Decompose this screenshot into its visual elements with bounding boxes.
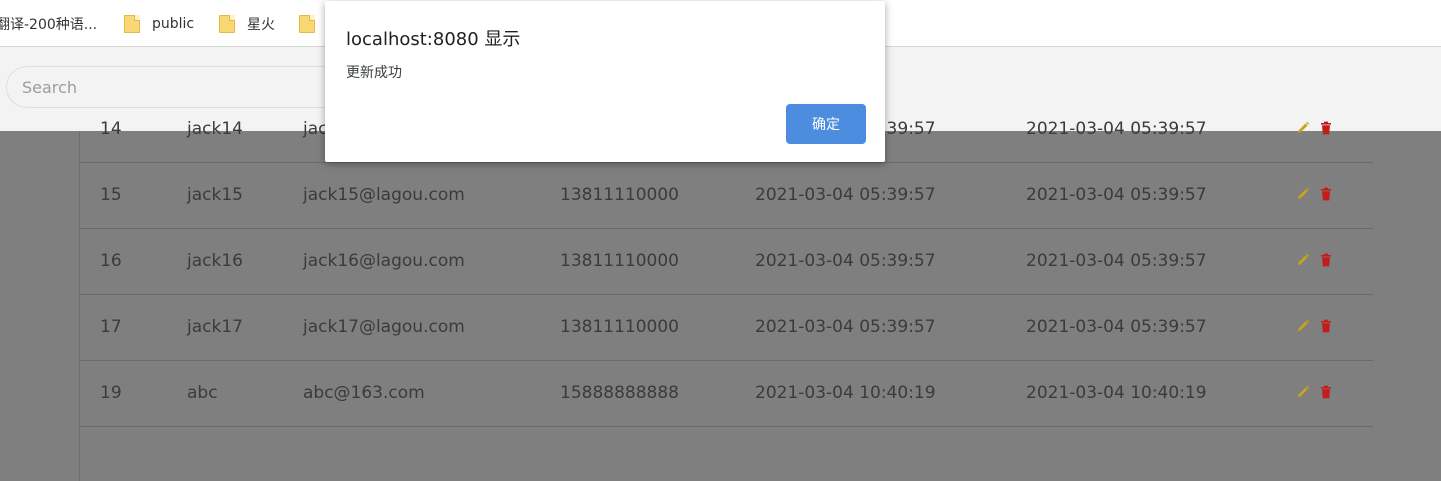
folder-icon — [299, 15, 315, 33]
row-actions — [1296, 121, 1333, 135]
pencil-icon[interactable] — [1296, 319, 1310, 333]
cell-id: 19 — [100, 383, 122, 403]
trash-icon[interactable] — [1319, 121, 1333, 135]
cell-name: jack16 — [187, 251, 243, 271]
cell-name: jack17 — [187, 317, 243, 337]
bookmark-label: 星火 — [247, 17, 275, 33]
pencil-icon[interactable] — [1296, 187, 1310, 201]
bookmark-xinghuo[interactable]: 星火 — [219, 14, 275, 34]
cell-phone: 13811110000 — [560, 185, 679, 205]
row-actions — [1296, 253, 1333, 267]
table-row: 17 jack17 jack17@lagou.com 13811110000 2021-… — [80, 294, 1373, 361]
trash-icon[interactable] — [1319, 319, 1333, 333]
cell-id: 14 — [100, 119, 122, 139]
trash-icon[interactable] — [1319, 385, 1333, 399]
cell-created: 2021-03-04 05:39:57 — [755, 317, 936, 337]
cell-email: jack15@lagou.com — [303, 185, 465, 205]
table-row: 19 abc abc@163.com 15888888888 2021-03-04 10… — [80, 360, 1373, 427]
bookmark-label: public — [152, 16, 195, 32]
cell-updated: 2021-03-04 05:39:57 — [1026, 251, 1207, 271]
bookmark-label: 翻译-200种语... — [0, 17, 98, 33]
folder-icon — [219, 15, 235, 33]
cell-updated: 2021-03-04 10:40:19 — [1026, 383, 1207, 403]
ok-button[interactable]: 确定 — [786, 104, 866, 144]
pencil-icon[interactable] — [1296, 385, 1310, 399]
cell-id: 15 — [100, 185, 122, 205]
cell-phone: 15888888888 — [560, 383, 679, 403]
table-row: 15 jack15 jack15@lagou.com 13811110000 2021-… — [80, 162, 1373, 229]
table-area: 14jack14jack14@lagou.com138111100002021-… — [0, 119, 1441, 481]
alert-dialog: localhost:8080 显示 更新成功 确定 — [325, 1, 885, 162]
row-actions — [1296, 187, 1333, 201]
dialog-message: 更新成功 — [346, 65, 402, 81]
cell-updated: 2021-03-04 05:39:57 — [1026, 185, 1207, 205]
cell-email: jack16@lagou.com — [303, 251, 465, 271]
cell-created: 2021-03-04 05:39:57 — [755, 185, 936, 205]
folder-icon — [124, 15, 140, 33]
cell-name: jack14 — [187, 119, 243, 139]
pencil-icon[interactable] — [1296, 121, 1310, 135]
cell-updated: 2021-03-04 05:39:57 — [1026, 317, 1207, 337]
cell-phone: 13811110000 — [560, 251, 679, 271]
cell-name: jack15 — [187, 185, 243, 205]
cell-created: 2021-03-04 10:40:19 — [755, 383, 936, 403]
cell-phone: 13811110000 — [560, 317, 679, 337]
bookmark-folder[interactable] — [299, 14, 327, 34]
cell-email: abc@163.com — [303, 383, 425, 403]
table-row: 16 jack16 jack16@lagou.com 13811110000 2021-… — [80, 228, 1373, 295]
cell-created: 2021-03-04 05:39:57 — [755, 251, 936, 271]
row-actions — [1296, 319, 1333, 333]
pencil-icon[interactable] — [1296, 253, 1310, 267]
cell-email: jack17@lagou.com — [303, 317, 465, 337]
cell-id: 16 — [100, 251, 122, 271]
bookmark-public[interactable]: public — [124, 14, 194, 34]
trash-icon[interactable] — [1319, 187, 1333, 201]
cell-name: abc — [187, 383, 218, 403]
dialog-title: localhost:8080 显示 — [346, 29, 521, 50]
cell-updated: 2021-03-04 05:39:57 — [1026, 119, 1207, 139]
cell-id: 17 — [100, 317, 122, 337]
row-actions — [1296, 385, 1333, 399]
bookmark-translate[interactable]: 翻译-200种语... — [0, 14, 97, 34]
trash-icon[interactable] — [1319, 253, 1333, 267]
